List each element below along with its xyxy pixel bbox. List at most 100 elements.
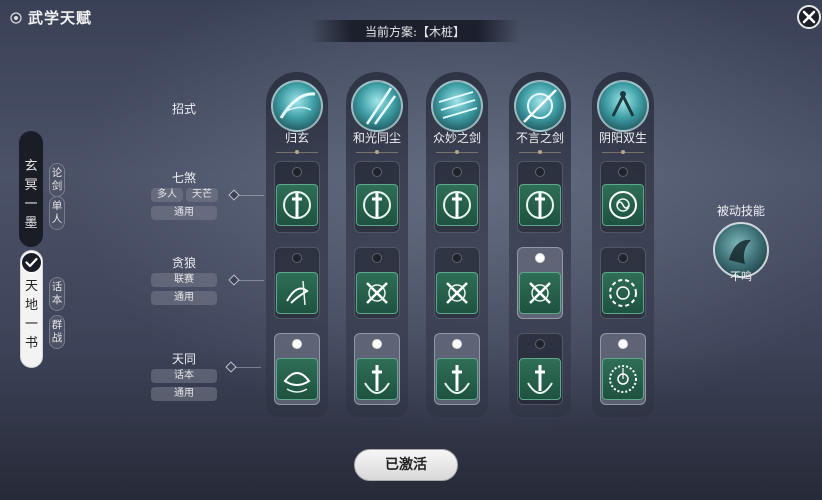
- row-tag: 通用: [151, 291, 217, 305]
- subtab-qunzhan[interactable]: 群 战: [49, 315, 65, 349]
- talent-slot[interactable]: [354, 247, 400, 319]
- row-label-tiantong: 天同: [171, 352, 196, 366]
- taiji-ring-icon: [602, 272, 644, 314]
- sword-emblem-icon: [519, 184, 561, 226]
- row-tag: 通用: [151, 387, 217, 401]
- slot-indicator: [372, 167, 382, 177]
- vortex-sword-icon[interactable]: [514, 80, 566, 132]
- talent-slot[interactable]: [517, 333, 563, 405]
- subtab-lunjian[interactable]: 论 剑: [49, 163, 65, 197]
- sword-emblem-icon: [436, 184, 478, 226]
- talent-slot[interactable]: [274, 333, 320, 405]
- row-connector-line: [235, 367, 261, 368]
- talent-slot[interactable]: [517, 247, 563, 319]
- slot-indicator: [535, 167, 545, 177]
- slot-indicator: [372, 339, 382, 349]
- current-scheme-text: 当前方案:【木桩】: [364, 24, 466, 39]
- skill-name: 不言之剑: [515, 131, 564, 145]
- tab-char: 地: [24, 298, 38, 313]
- passive-skill-label: 被动技能: [716, 204, 765, 218]
- taiji-clock-icon: [602, 358, 644, 400]
- talent-slot[interactable]: [434, 247, 480, 319]
- talent-slot[interactable]: [600, 333, 646, 405]
- column-dot: [455, 150, 459, 154]
- leaf-emblem-icon: [276, 358, 318, 400]
- page-title: 武学天赋: [28, 9, 93, 27]
- row-connector-line: [238, 195, 264, 196]
- check-icon: [25, 257, 38, 268]
- current-scheme-bar[interactable]: 当前方案:【木桩】: [310, 20, 520, 42]
- row-tag: 话本: [151, 369, 217, 383]
- subtab-char: 战: [51, 332, 63, 344]
- subtab-char: 话: [51, 281, 63, 293]
- column-dot: [538, 150, 542, 154]
- skill-name: 和光同尘: [352, 131, 401, 145]
- row-tag: 天芒: [186, 188, 218, 202]
- slot-indicator: [535, 253, 545, 263]
- row-tag: 多人: [151, 188, 183, 202]
- sword-emblem-icon: [519, 358, 561, 400]
- sword-rain-icon[interactable]: [431, 80, 483, 132]
- close-button[interactable]: [797, 5, 821, 29]
- subtab-char: 单: [51, 200, 63, 212]
- slash-orb-icon[interactable]: [271, 80, 323, 132]
- column-dot: [621, 150, 625, 154]
- slot-indicator: [372, 253, 382, 263]
- sword-emblem-icon: [276, 184, 318, 226]
- selected-check: [21, 252, 42, 273]
- skill-name: 阴阳双生: [598, 131, 647, 145]
- slot-indicator: [452, 339, 462, 349]
- tab-char: 冥: [24, 178, 38, 193]
- row-tag: 通用: [151, 206, 217, 220]
- page-header: 武学天赋: [10, 7, 92, 28]
- sword-emblem-icon: [356, 358, 398, 400]
- tab-char: 书: [24, 336, 38, 351]
- slot-indicator: [292, 339, 302, 349]
- sword-emblem-icon: [356, 184, 398, 226]
- slot-indicator: [452, 253, 462, 263]
- subtab-danren[interactable]: 单 人: [49, 196, 65, 230]
- activate-button[interactable]: 已激活: [354, 449, 458, 481]
- cross-swirl-icon: [356, 272, 398, 314]
- column-dot: [375, 150, 379, 154]
- tab-char: 玄: [24, 159, 38, 174]
- skill-name: 归玄: [284, 131, 309, 145]
- talent-slot[interactable]: [600, 161, 646, 233]
- tab-xuanming-yimo[interactable]: 玄 冥 一 墨: [19, 131, 43, 247]
- subtab-char: 人: [51, 213, 63, 225]
- slot-indicator: [618, 253, 628, 263]
- tab-char: 墨: [24, 216, 38, 231]
- talent-slot[interactable]: [354, 161, 400, 233]
- row-tag: 联赛: [151, 273, 217, 287]
- talent-slot[interactable]: [274, 161, 320, 233]
- subtab-char: 本: [51, 294, 63, 306]
- talent-slot[interactable]: [434, 161, 480, 233]
- yin-yang-figure-icon[interactable]: [597, 80, 649, 132]
- talent-slot[interactable]: [600, 247, 646, 319]
- subtab-char: 群: [51, 319, 63, 331]
- tab-char: 一: [24, 197, 38, 212]
- subtab-huaben[interactable]: 话 本: [49, 277, 65, 311]
- blade-strike-icon[interactable]: [351, 80, 403, 132]
- column-dot: [295, 150, 299, 154]
- row-connector-line: [238, 280, 264, 281]
- slot-indicator: [292, 167, 302, 177]
- subtab-char: 论: [51, 167, 63, 179]
- row-label-tanlang: 贪狼: [171, 256, 196, 270]
- tab-char: 一: [24, 317, 38, 332]
- sword-emblem-icon: [436, 358, 478, 400]
- close-icon: [802, 10, 816, 24]
- talent-slot[interactable]: [517, 161, 563, 233]
- slot-indicator: [292, 253, 302, 263]
- moves-header: 招式: [171, 102, 196, 116]
- wind-swirl-icon: [276, 272, 318, 314]
- talent-slot[interactable]: [434, 333, 480, 405]
- slot-indicator: [452, 167, 462, 177]
- cross-swirl-icon: [519, 272, 561, 314]
- talent-slot[interactable]: [274, 247, 320, 319]
- passive-skill-name: 不鸣: [730, 270, 752, 283]
- cross-swirl-icon: [436, 272, 478, 314]
- talent-slot[interactable]: [354, 333, 400, 405]
- slot-indicator: [618, 339, 628, 349]
- taiji-icon: [602, 184, 644, 226]
